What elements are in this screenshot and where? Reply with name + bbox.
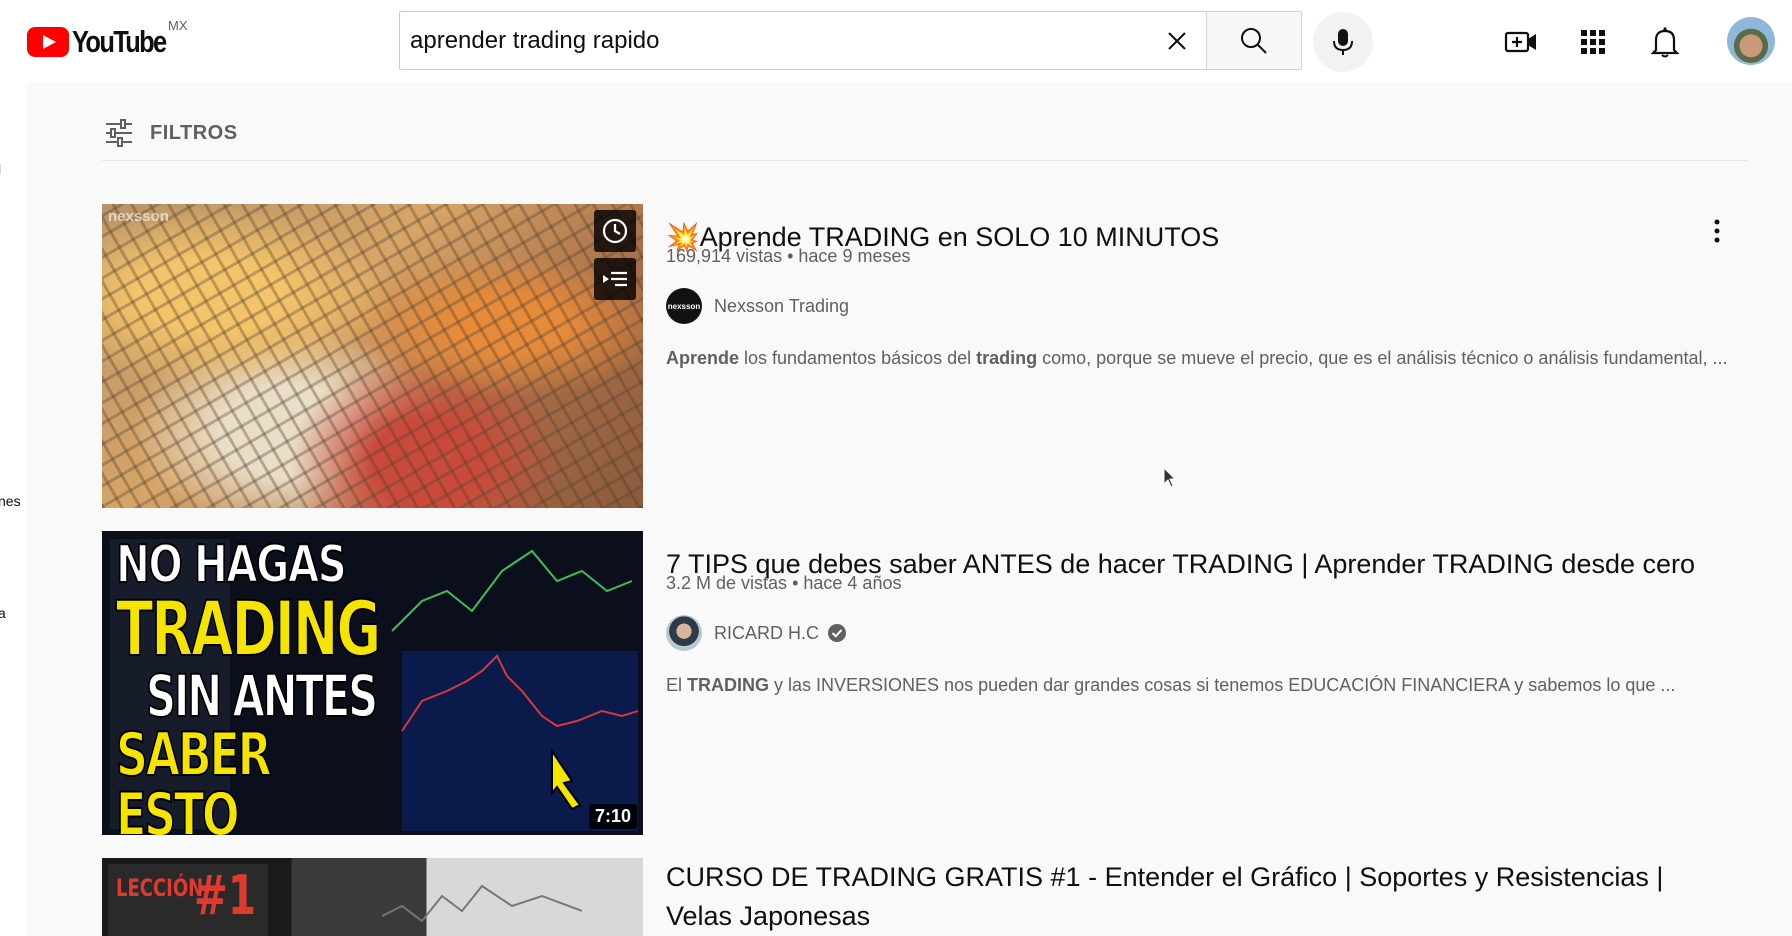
- divider: [102, 160, 1747, 161]
- video-result[interactable]: nexsson 💥Aprende TRADING en SOLO 10 MINU…: [102, 204, 1752, 508]
- verified-badge-icon: [828, 624, 847, 642]
- video-thumbnail[interactable]: NO HAGAS TRADING SIN ANTES SABER ESTO 7:…: [102, 531, 643, 835]
- clock-icon: [602, 218, 628, 244]
- video-description: El TRADING y las INVERSIONES nos pueden …: [666, 675, 1676, 695]
- sidebar-item-fragment[interactable]: nes: [0, 493, 21, 509]
- video-result[interactable]: NO HAGAS TRADING SIN ANTES SABER ESTO 7:…: [102, 531, 1752, 835]
- search-button[interactable]: [1206, 11, 1302, 70]
- view-count: 169,914 vistas: [666, 246, 783, 266]
- search-box: [399, 11, 1206, 70]
- add-to-queue-button[interactable]: [594, 258, 636, 300]
- play-logo-icon: [27, 27, 69, 57]
- thumbnail-text-overlay: NO HAGAS TRADING SIN ANTES SABER ESTO: [115, 535, 382, 835]
- channel-link[interactable]: nexsson Nexsson Trading: [666, 288, 849, 324]
- video-title[interactable]: CURSO DE TRADING GRATIS #1 - Entender el…: [666, 858, 1706, 936]
- channel-link[interactable]: RICARD H.C: [666, 615, 847, 651]
- video-result[interactable]: LECCIÓN #1 CURSO DE TRADING GRATIS #1 - …: [102, 858, 1752, 936]
- account-avatar[interactable]: [1727, 17, 1775, 65]
- notifications-button[interactable]: [1645, 22, 1685, 62]
- voice-search-button[interactable]: [1313, 12, 1373, 72]
- sidebar-item-fragment[interactable]: a: [0, 605, 6, 621]
- video-thumbnail[interactable]: LECCIÓN #1: [102, 858, 643, 936]
- channel-name[interactable]: Nexsson Trading: [714, 296, 849, 317]
- thumbnail-lesson-label: LECCIÓN: [116, 874, 204, 902]
- thumbnail-watermark: nexsson: [108, 208, 169, 225]
- chart-graphic: [382, 884, 582, 923]
- clear-search-button[interactable]: [1162, 26, 1192, 56]
- view-count: 3.2 M de vistas: [666, 573, 788, 593]
- sidebar-clipped: l nes a: [0, 83, 27, 936]
- apps-grid-icon: [1581, 30, 1605, 54]
- channel-name[interactable]: RICARD H.C: [714, 623, 819, 644]
- watch-later-button[interactable]: [594, 210, 636, 252]
- video-duration: 7:10: [588, 804, 637, 829]
- channel-avatar[interactable]: [666, 615, 702, 651]
- apps-button[interactable]: [1573, 22, 1613, 62]
- microphone-icon: [1333, 29, 1353, 55]
- close-icon: [1168, 32, 1186, 50]
- bell-icon: [1651, 27, 1679, 58]
- country-code: MX: [168, 18, 188, 33]
- video-plus-icon: [1504, 31, 1536, 53]
- thumbnail-lesson-number: #1: [194, 864, 257, 927]
- video-description: Aprende los fundamentos básicos del trad…: [666, 348, 1726, 368]
- mouse-cursor-icon: [1163, 467, 1177, 488]
- video-thumbnail[interactable]: nexsson: [102, 204, 643, 508]
- upload-age: hace 9 meses: [798, 246, 911, 266]
- queue-icon: [603, 271, 627, 287]
- more-actions-button[interactable]: [1702, 216, 1732, 246]
- search-input[interactable]: [410, 12, 1110, 69]
- youtube-logo[interactable]: YouTube: [27, 22, 186, 62]
- more-vert-icon: [1714, 219, 1720, 243]
- sidebar-item-fragment[interactable]: l: [0, 161, 1, 177]
- filters-label: FILTROS: [150, 121, 238, 144]
- video-meta: 169,914 vistas • hace 9 meses: [666, 246, 911, 266]
- filters-button[interactable]: FILTROS: [104, 115, 238, 151]
- channel-avatar[interactable]: nexsson: [666, 288, 702, 324]
- create-video-button[interactable]: [1501, 22, 1541, 62]
- video-meta: 3.2 M de vistas • hace 4 años: [666, 573, 902, 593]
- upload-age: hace 4 años: [803, 573, 902, 593]
- top-bar: YouTube MX: [0, 0, 1792, 83]
- tune-icon: [106, 119, 132, 147]
- search-icon: [1241, 27, 1267, 54]
